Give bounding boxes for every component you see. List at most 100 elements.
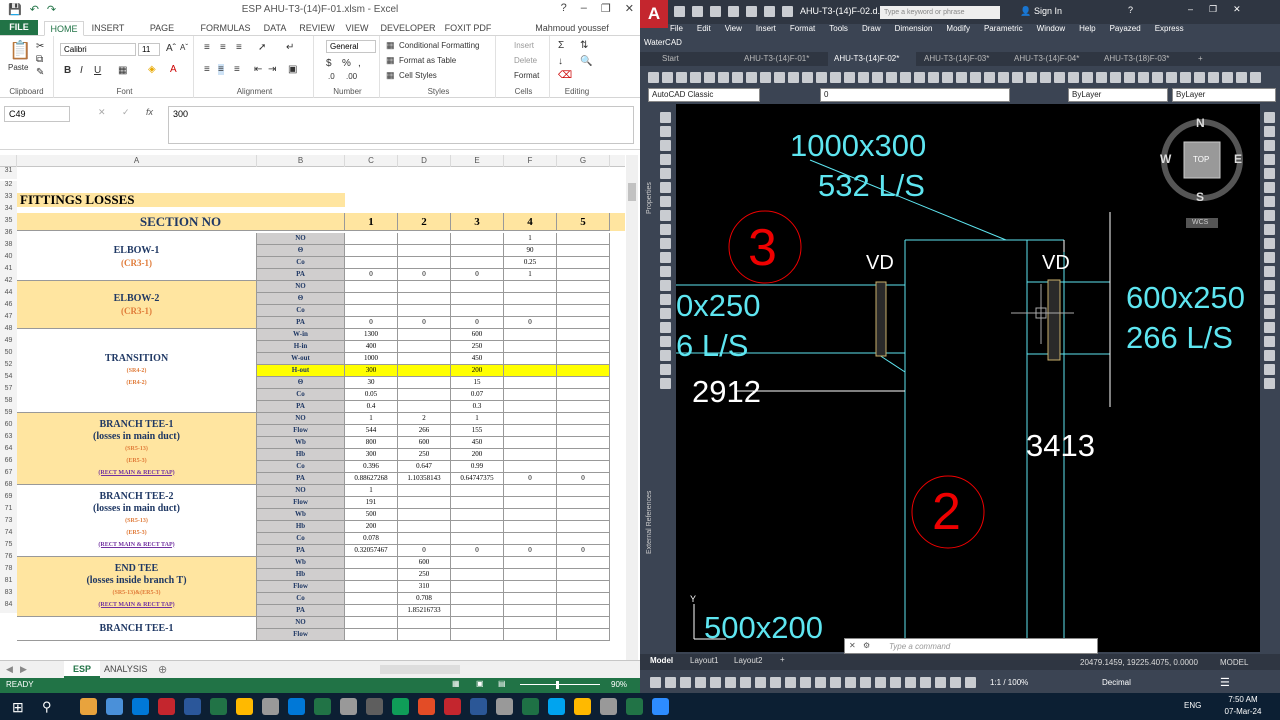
- taskbar-app-icon[interactable]: [600, 698, 617, 715]
- row-header[interactable]: 73: [0, 517, 17, 529]
- column-header-g[interactable]: G: [557, 155, 610, 167]
- menu-item-help[interactable]: Help: [1079, 24, 1095, 36]
- draw-tool-icon[interactable]: [660, 336, 671, 347]
- data-cell[interactable]: [451, 593, 504, 605]
- data-cell[interactable]: [504, 281, 557, 293]
- section-block-tee1[interactable]: BRANCH TEE-1 (losses in main duct) (SR5-13…: [17, 413, 257, 485]
- data-cell[interactable]: 0.4: [345, 401, 398, 413]
- data-cell[interactable]: [557, 233, 610, 245]
- taskbar-app-icon[interactable]: [236, 698, 253, 715]
- sort-filter-icon[interactable]: ⇅: [580, 40, 588, 51]
- row-header[interactable]: 57: [0, 385, 17, 397]
- data-cell[interactable]: [557, 245, 610, 257]
- file-tab-f18[interactable]: AHU-T3-(18)F-03*: [1098, 52, 1186, 66]
- row-header[interactable]: 52: [0, 361, 17, 373]
- sign-in-link[interactable]: Sign In: [1034, 6, 1062, 16]
- data-cell[interactable]: [398, 389, 451, 401]
- row-header[interactable]: 47: [0, 313, 17, 325]
- toolbar-tool-icon[interactable]: [1180, 72, 1191, 83]
- row-header[interactable]: 41: [0, 265, 17, 277]
- data-cell[interactable]: 200: [345, 521, 398, 533]
- drawing-canvas[interactable]: 1000x300 532 L/S 0x250 6 L/S 600x250 266…: [676, 104, 1260, 652]
- watercad-menu[interactable]: WaterCAD: [644, 38, 682, 47]
- bold-icon[interactable]: B: [64, 65, 71, 76]
- status-toggle-icon[interactable]: [905, 677, 916, 688]
- undo-icon[interactable]: [764, 6, 775, 17]
- row-header[interactable]: 59: [0, 409, 17, 421]
- borders-icon[interactable]: ▦: [118, 65, 127, 76]
- menu-item-draw[interactable]: Draw: [862, 24, 881, 36]
- toolbar-tool-icon[interactable]: [676, 72, 687, 83]
- modify-tool-icon[interactable]: [1264, 252, 1275, 263]
- zoom-slider[interactable]: [520, 684, 600, 685]
- section-block-tee1b[interactable]: BRANCH TEE-1: [17, 617, 257, 641]
- data-cell[interactable]: [398, 329, 451, 341]
- toolbar-tool-icon[interactable]: [1236, 72, 1247, 83]
- row-header[interactable]: 71: [0, 505, 17, 517]
- data-cell[interactable]: 600: [451, 329, 504, 341]
- prev-sheet-icon[interactable]: ◀: [6, 664, 13, 675]
- row-label[interactable]: PA: [257, 545, 345, 557]
- data-cell[interactable]: 0: [557, 473, 610, 485]
- row-header[interactable]: 83: [0, 589, 17, 601]
- data-cell[interactable]: [345, 629, 398, 641]
- taskbar-app-icon[interactable]: [444, 698, 461, 715]
- modify-tool-icon[interactable]: [1264, 168, 1275, 179]
- data-cell[interactable]: 0.25: [504, 257, 557, 269]
- add-layout-icon[interactable]: +: [780, 655, 785, 664]
- wrench-icon[interactable]: ⚙: [863, 641, 870, 650]
- linetype-select[interactable]: ByLayer: [1172, 88, 1276, 102]
- align-left-icon[interactable]: ≡: [204, 64, 210, 75]
- data-cell[interactable]: [398, 617, 451, 629]
- toolbar-tool-icon[interactable]: [774, 72, 785, 83]
- data-cell[interactable]: 0: [398, 545, 451, 557]
- row-label[interactable]: PA: [257, 317, 345, 329]
- toolbar-tool-icon[interactable]: [886, 72, 897, 83]
- row-header[interactable]: 46: [0, 301, 17, 313]
- modify-tool-icon[interactable]: [1264, 378, 1275, 389]
- status-toggle-icon[interactable]: [860, 677, 871, 688]
- row-header[interactable]: 74: [0, 529, 17, 541]
- row-label[interactable]: H-in: [257, 341, 345, 353]
- start-icon[interactable]: ⊞: [12, 699, 24, 716]
- row-label[interactable]: NO: [257, 413, 345, 425]
- data-cell[interactable]: [398, 353, 451, 365]
- row-label[interactable]: W-in: [257, 329, 345, 341]
- data-cell[interactable]: [504, 341, 557, 353]
- data-cell[interactable]: [345, 557, 398, 569]
- row-label[interactable]: Co: [257, 389, 345, 401]
- row-header[interactable]: 66: [0, 457, 17, 469]
- close-icon[interactable]: ✕: [625, 2, 634, 15]
- data-cell[interactable]: 266: [398, 425, 451, 437]
- row-label[interactable]: Θ: [257, 245, 345, 257]
- help-icon[interactable]: ?: [1128, 5, 1133, 15]
- toolbar-tool-icon[interactable]: [1110, 72, 1121, 83]
- data-cell[interactable]: [504, 557, 557, 569]
- modify-tool-icon[interactable]: [1264, 154, 1275, 165]
- modify-tool-icon[interactable]: [1264, 196, 1275, 207]
- zoom-level[interactable]: 90%: [611, 680, 627, 689]
- modify-tool-icon[interactable]: [1264, 322, 1275, 333]
- modify-tool-icon[interactable]: [1264, 266, 1275, 277]
- data-cell[interactable]: 0: [398, 269, 451, 281]
- sheet-tab-analysis[interactable]: ANALYSIS: [104, 664, 147, 674]
- data-cell[interactable]: [398, 257, 451, 269]
- row-header[interactable]: 48: [0, 325, 17, 337]
- toolbar-tool-icon[interactable]: [1040, 72, 1051, 83]
- close-icon[interactable]: ✕: [1233, 4, 1241, 15]
- align-bottom-icon[interactable]: ≡: [236, 42, 242, 53]
- cancel-formula-icon[interactable]: ✕: [98, 107, 106, 118]
- data-cell[interactable]: [504, 509, 557, 521]
- data-cell[interactable]: 250: [398, 449, 451, 461]
- menu-item-insert[interactable]: Insert: [756, 24, 776, 36]
- insert-cells-button[interactable]: Insert: [514, 41, 534, 50]
- draw-tool-icon[interactable]: [660, 154, 671, 165]
- draw-tool-icon[interactable]: [660, 308, 671, 319]
- row-header[interactable]: 75: [0, 541, 17, 553]
- row-label[interactable]: Hb: [257, 521, 345, 533]
- modify-tool-icon[interactable]: [1264, 336, 1275, 347]
- user-icon[interactable]: 👤: [1020, 6, 1031, 17]
- draw-tool-icon[interactable]: [660, 350, 671, 361]
- column-header-e[interactable]: E: [451, 155, 504, 167]
- data-cell[interactable]: [504, 521, 557, 533]
